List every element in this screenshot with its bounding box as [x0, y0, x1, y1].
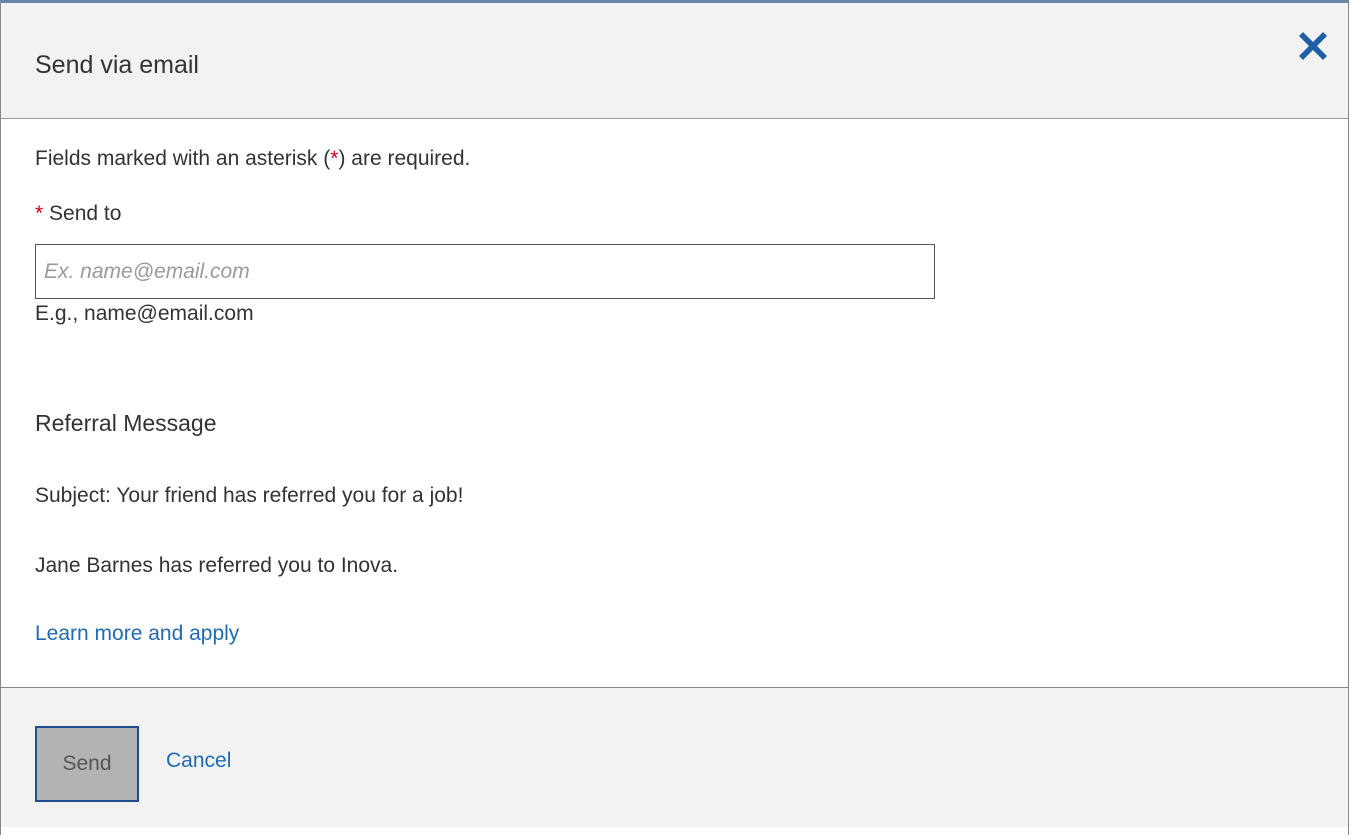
learn-more-link[interactable]: Learn more and apply: [35, 622, 239, 646]
send-to-label-text: Send to: [49, 202, 122, 225]
required-note-prefix: Fields marked with an asterisk (: [35, 147, 331, 170]
required-asterisk: *: [35, 202, 44, 225]
required-note-suffix: ) are required.: [338, 147, 471, 170]
send-email-dialog: Send via email Fields marked with an ast…: [0, 0, 1349, 838]
close-icon: [1299, 32, 1327, 60]
send-to-email-input[interactable]: [35, 244, 935, 299]
referral-subject: Subject: Your friend has referred you fo…: [35, 484, 464, 507]
referral-message-text: Jane Barnes has referred you to Inova.: [35, 554, 399, 577]
required-fields-note: Fields marked with an asterisk (*) are r…: [35, 147, 470, 171]
send-to-hint: E.g., name@email.com: [35, 302, 254, 325]
dialog-title: Send via email: [35, 51, 199, 79]
bottom-strip: [1, 827, 1348, 838]
send-button[interactable]: Send: [35, 726, 139, 802]
dialog-footer: Send Cancel: [1, 687, 1348, 827]
cancel-link[interactable]: Cancel: [166, 749, 231, 773]
referral-message-heading: Referral Message: [35, 410, 217, 436]
dialog-header: Send via email: [1, 3, 1348, 119]
send-to-label: * Send to: [35, 202, 121, 226]
close-button[interactable]: [1296, 29, 1330, 63]
